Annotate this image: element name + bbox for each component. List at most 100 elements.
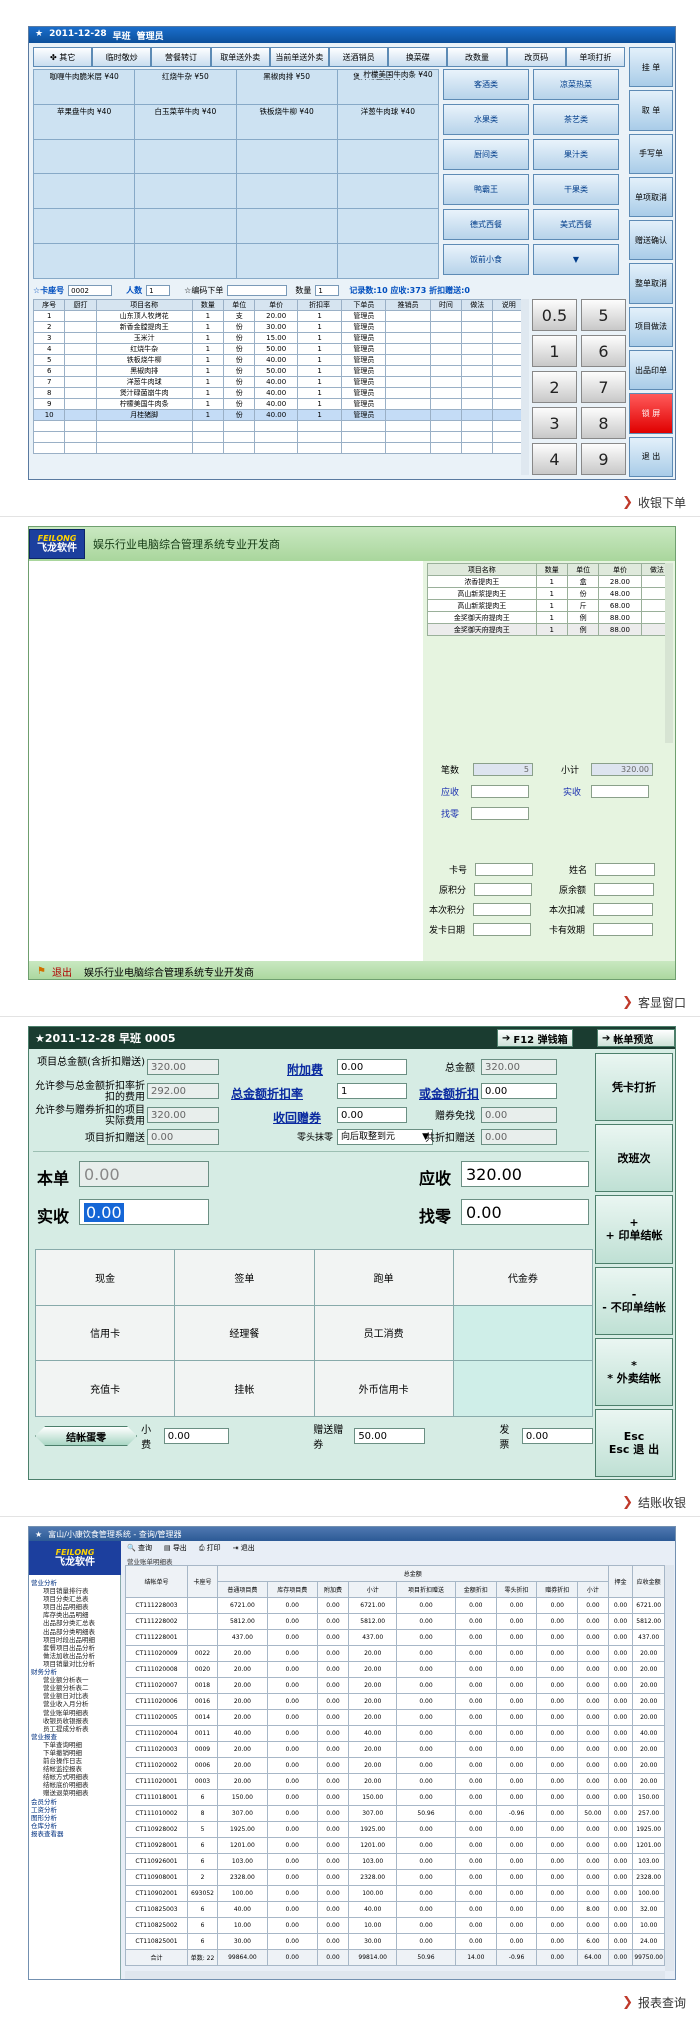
tree-item[interactable]: 员工提成分析表 <box>31 1725 119 1733</box>
handwrite-order-button[interactable]: 手写单 <box>629 133 673 174</box>
table-row[interactable]: 2 新香金膛提肉王 1 份 30.00 1 管理员 <box>32 321 525 333</box>
pay-foreign-card-button[interactable]: 外币信用卡 <box>314 1361 454 1417</box>
keypad-key[interactable]: 9 <box>581 443 626 475</box>
toolbar-button[interactable]: 营餐转订 <box>151 47 211 67</box>
tree-item[interactable]: 项目销量排行表 <box>31 1587 119 1595</box>
category-button[interactable]: 德式西餐 <box>443 209 529 240</box>
tree-group[interactable]: 仓库分析 <box>31 1822 119 1830</box>
category-button[interactable]: 美式西餐 <box>533 209 619 240</box>
table-row[interactable]: 10 月桂猪脚 1 份 40.00 1 管理员 <box>32 409 525 421</box>
tree-item[interactable]: 营业账单明细表 <box>31 1709 119 1717</box>
dish-tile[interactable] <box>337 244 439 279</box>
surcharge-link[interactable]: 附加费 <box>287 1061 323 1078</box>
toolbar-button[interactable]: 取单送外卖 <box>210 47 270 67</box>
toolbar-button[interactable]: 当前单送外卖 <box>269 47 330 67</box>
dish-tile[interactable] <box>34 139 136 175</box>
dish-tile[interactable] <box>236 139 338 175</box>
table-row[interactable]: CT111020004 0011 40.00 0.00 0.00 40.00 0.00 0.0… <box>125 1725 665 1742</box>
keypad-key[interactable]: 0.5 <box>532 299 577 331</box>
takeout-settle-button[interactable]: * * 外卖结帐 <box>595 1337 673 1406</box>
table-row[interactable]: CT111020002 0006 20.00 0.00 0.00 20.00 0.00 0.0… <box>125 1757 665 1774</box>
exit-button[interactable]: 退 出 <box>629 436 673 477</box>
noprint-settle-button[interactable]: -- 不印单结帐 <box>595 1266 673 1335</box>
dish-tile[interactable] <box>135 244 237 279</box>
table-row[interactable]: CT111020001 0003 20.00 0.00 0.00 20.00 0.00 0.0… <box>125 1773 665 1790</box>
table-row[interactable]: CT111228003 6721.00 0.00 0.00 6721.00 0.00 0.0… <box>125 1597 665 1614</box>
table-row[interactable]: CT111020003 0009 20.00 0.00 0.00 20.00 0.00 0.0… <box>125 1741 665 1758</box>
toolbar-button[interactable]: 单项打折 <box>565 47 626 67</box>
keypad-key[interactable]: 6 <box>581 335 626 367</box>
settle-button[interactable]: 结帐蛋零 <box>35 1426 138 1446</box>
table-row[interactable]: CT110902001 693052 100.00 0.00 0.00 100.00 0.0… <box>125 1885 665 1902</box>
dish-tile[interactable] <box>34 244 136 279</box>
table-row[interactable]: CT111228001 437.00 0.00 0.00 437.00 0.00 0.00 0… <box>125 1629 665 1646</box>
table-row[interactable]: 9 柠檬美国牛肉条 1 份 40.00 1 管理员 <box>32 398 525 410</box>
discount-rate-input[interactable]: 1 <box>337 1083 407 1099</box>
table-row[interactable]: CT111020008 0020 20.00 0.00 0.00 20.00 0.00 0.0… <box>125 1661 665 1678</box>
confirm-gift-button[interactable]: 赠送确认 <box>629 220 673 261</box>
exit-button[interactable]: 退出 <box>52 964 72 979</box>
dish-tile[interactable]: 白玉菜苹牛肉 ¥40 <box>135 104 237 140</box>
tree-item[interactable]: 下单撤销明细 <box>31 1749 119 1757</box>
exit-button[interactable]: Esc Esc 退 出 <box>595 1408 673 1478</box>
table-row[interactable]: CT110926001 6 103.00 0.00 0.00 103.00 0.00 0.00… <box>125 1853 665 1870</box>
tree-item[interactable]: 套餐项目出品分析 <box>31 1644 119 1652</box>
keypad-key[interactable]: 3 <box>532 407 577 439</box>
dish-tile[interactable] <box>236 174 338 210</box>
table-row[interactable]: CT110928002 5 1925.00 0.00 0.00 1925.00 0.00 0.… <box>125 1821 665 1838</box>
open-drawer-button[interactable]: ➔ F12 弹钱箱 <box>497 1029 573 1047</box>
table-row[interactable]: 4 红烧牛杂 1 份 50.00 1 管理员 <box>32 343 525 355</box>
code-input[interactable] <box>227 284 288 296</box>
category-button[interactable]: 茶艺类 <box>533 104 619 135</box>
table-row[interactable]: CT110825003 6 40.00 0.00 0.00 40.00 0.00 0.00 0.… <box>125 1901 665 1918</box>
report-tab[interactable]: 营业账单明细表 <box>123 1556 675 1566</box>
table-row[interactable]: CT111020006 0016 20.00 0.00 0.00 20.00 0.00 0.0… <box>125 1693 665 1710</box>
export-button[interactable]: ▤ 导出 <box>164 1543 187 1553</box>
table-row[interactable]: 5 铁板烧牛柳 1 份 40.00 1 管理员 <box>32 354 525 366</box>
dish-tile[interactable] <box>337 174 439 210</box>
table-row[interactable]: CT110908001 2 2328.00 0.00 0.00 2328.00 0.00 0.… <box>125 1869 665 1886</box>
table-row[interactable]: CT111010002 8 307.00 0.00 0.00 307.00 50.96 0.0… <box>125 1805 665 1822</box>
keypad-key[interactable]: 2 <box>532 371 577 403</box>
pay-runaway-button[interactable]: 跑单 <box>314 1250 454 1306</box>
dish-tile[interactable]: 黑椒肉排 ¥50 <box>236 70 338 105</box>
gift-coupon-input[interactable]: 50.00 <box>354 1428 426 1444</box>
item-scrollbar[interactable] <box>665 563 673 743</box>
pay-credit-card-button[interactable]: 信用卡 <box>36 1305 176 1362</box>
category-button[interactable]: 饭前小食 <box>443 244 529 275</box>
dish-tile[interactable] <box>236 244 338 279</box>
exit-button[interactable]: ⇥ 退出 <box>233 1543 255 1553</box>
tree-item[interactable]: 项目时段出品明细 <box>31 1636 119 1644</box>
total-discount-rate-link[interactable]: 总金额折扣率 <box>231 1085 303 1102</box>
print-settle-button[interactable]: + + 印单结帐 <box>595 1195 673 1264</box>
category-scroll-down-button[interactable]: ▼ <box>533 244 619 275</box>
tree-item[interactable]: 项目销量对比分析 <box>31 1660 119 1668</box>
dish-tile[interactable]: 洋葱牛肉球 ¥40 <box>337 104 439 140</box>
table-row[interactable]: CT111020007 0018 20.00 0.00 0.00 20.00 0.00 0.0… <box>125 1677 665 1694</box>
order-scrollbar[interactable] <box>521 299 529 475</box>
tree-group[interactable]: 营业分析 <box>31 1579 119 1587</box>
dish-tile[interactable] <box>135 209 237 245</box>
dish-tile[interactable] <box>337 139 439 175</box>
toolbar-button[interactable]: 临时敬炒 <box>92 47 152 67</box>
hold-order-button[interactable]: 挂 单 <box>629 47 673 88</box>
item-method-button[interactable]: 项目做法 <box>629 306 673 348</box>
pay-cash-button[interactable]: 现金 <box>36 1250 176 1306</box>
table-row[interactable]: 1 山东顶人牧烤花 1 支 20.00 1 管理员 <box>32 310 525 322</box>
category-button[interactable]: 鸭霸王 <box>443 174 529 205</box>
table-row[interactable]: 6 黑椒肉排 1 份 50.00 1 管理员 <box>32 365 525 377</box>
keypad-key[interactable]: 8 <box>581 407 626 439</box>
pay-voucher-button[interactable]: 代金券 <box>453 1250 593 1306</box>
toolbar-button[interactable]: ✤ 其它 <box>33 47 93 67</box>
table-input[interactable]: 0002 <box>68 284 113 296</box>
toolbar-button[interactable]: 送酒销员 <box>329 47 389 67</box>
category-button[interactable]: 果汁类 <box>533 139 619 170</box>
tree-group[interactable]: 会员分析 <box>31 1798 119 1806</box>
dish-tile[interactable] <box>34 174 136 210</box>
people-input[interactable]: 1 <box>146 284 171 296</box>
query-button[interactable]: 🔍 查询 <box>127 1543 152 1553</box>
tree-item[interactable]: 做法加收出品分析 <box>31 1652 119 1660</box>
retrieve-order-button[interactable]: 取 单 <box>629 90 673 131</box>
tree-item[interactable]: 营业额分析表一 <box>31 1676 119 1684</box>
pay-sign-button[interactable]: 签单 <box>175 1250 315 1306</box>
